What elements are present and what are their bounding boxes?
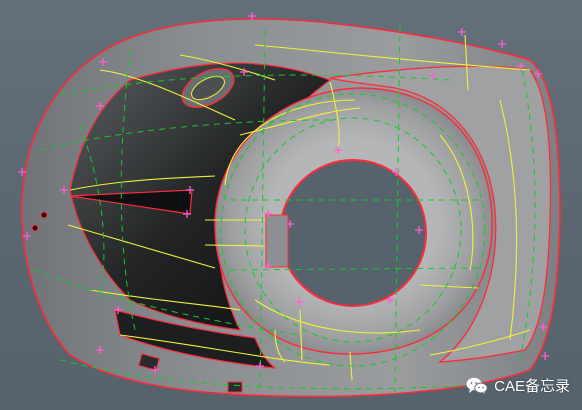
left-pin-hole-2[interactable] [31, 224, 39, 232]
watermark: CAE备忘录 [466, 375, 570, 396]
wechat-icon [466, 377, 488, 395]
bore-tab[interactable] [265, 214, 289, 268]
center-bore-hole[interactable] [279, 159, 427, 307]
left-pin-hole-1[interactable] [40, 211, 48, 219]
watermark-text: CAE备忘录 [494, 378, 570, 395]
model-canvas[interactable] [0, 0, 582, 410]
bottom-slot-2[interactable] [227, 381, 243, 393]
cad-viewport[interactable]: CAE备忘录 [0, 0, 582, 410]
